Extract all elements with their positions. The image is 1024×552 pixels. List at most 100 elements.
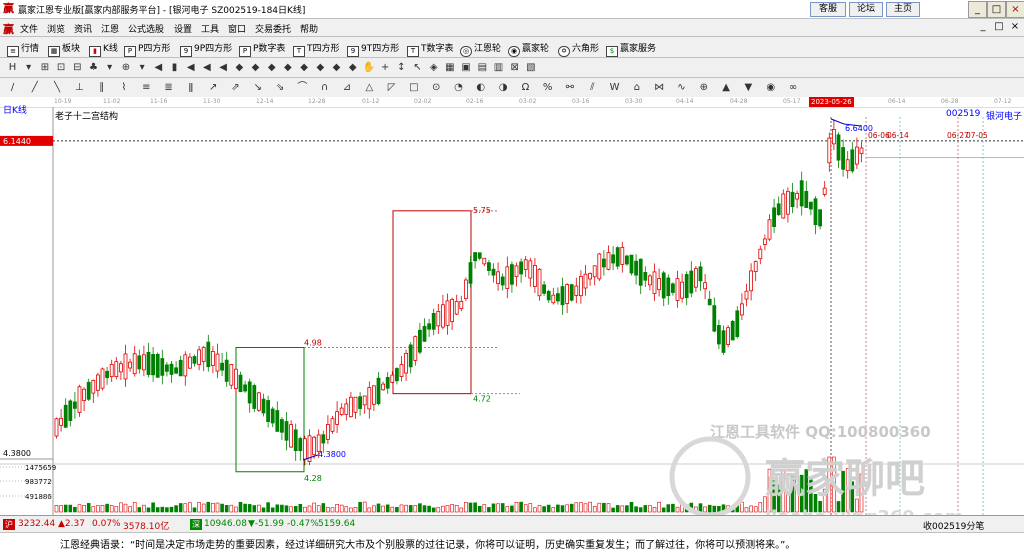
analysis-tool-29-icon[interactable]: ⋈ — [653, 81, 666, 94]
homepage-button[interactable]: 主页 — [886, 2, 920, 17]
menu-info[interactable]: 资讯 — [74, 22, 92, 35]
toolbar-winner-wheel[interactable]: ◉ 赢家轮 — [508, 41, 549, 57]
menu-trade[interactable]: 交易委托 — [255, 22, 291, 35]
toolbar-service[interactable]: $ 赢家服务 — [606, 41, 656, 57]
analysis-tool-24-icon[interactable]: % — [541, 81, 554, 94]
forum-button[interactable]: 论坛 — [849, 2, 883, 17]
drawing-tool-25-icon[interactable]: ↖ — [411, 61, 424, 74]
drawing-tool-27-icon[interactable]: ▦ — [443, 61, 456, 74]
analysis-tool-26-icon[interactable]: ⫽ — [586, 81, 599, 94]
drawing-tool-4-icon[interactable]: ⊟ — [71, 61, 84, 74]
menu-window[interactable]: 窗口 — [228, 22, 246, 35]
analysis-tool-2-icon[interactable]: ╲ — [51, 81, 64, 94]
toolbar-9p-square[interactable]: 9 9P四方形 — [180, 41, 232, 57]
analysis-tool-6-icon[interactable]: ≡ — [140, 81, 153, 94]
toolbar-sectors[interactable]: ▦ 板块 — [48, 41, 80, 57]
analysis-tool-1-icon[interactable]: ╱ — [28, 81, 41, 94]
drawing-tool-19-icon[interactable]: ◆ — [314, 61, 327, 74]
toolbar-gann-wheel[interactable]: ◎ 江恩轮 — [460, 41, 501, 57]
analysis-tool-22-icon[interactable]: ◑ — [497, 81, 510, 94]
analysis-tool-18-icon[interactable]: □ — [407, 81, 420, 94]
drawing-tool-0-icon[interactable]: H — [6, 61, 19, 74]
toolbar-p-square[interactable]: P P四方形 — [124, 41, 170, 57]
customer-service-button[interactable]: 客服 — [810, 2, 846, 17]
analysis-tool-4-icon[interactable]: ∥ — [95, 81, 108, 94]
drawing-tool-14-icon[interactable]: ◆ — [233, 61, 246, 74]
child-close-button[interactable]: × — [1008, 21, 1022, 33]
toolbar-kline[interactable]: ▮ K线 — [89, 41, 118, 57]
drawing-tool-2-icon[interactable]: ⊞ — [38, 61, 51, 74]
drawing-tool-8-icon[interactable]: ▾ — [136, 61, 149, 74]
drawing-tool-1-icon[interactable]: ▾ — [22, 61, 35, 74]
analysis-tool-34-icon[interactable]: ◉ — [764, 81, 777, 94]
drawing-tool-18-icon[interactable]: ◆ — [298, 61, 311, 74]
drawing-tool-9-icon[interactable]: ◀ — [152, 61, 165, 74]
menu-formula-select[interactable]: 公式选股 — [128, 22, 164, 35]
child-restore-button[interactable]: □ — [992, 21, 1006, 33]
analysis-tool-17-icon[interactable]: ◸ — [385, 81, 398, 94]
menu-help[interactable]: 帮助 — [300, 22, 318, 35]
analysis-tool-8-icon[interactable]: ǁ — [184, 81, 197, 94]
analysis-tool-23-icon[interactable]: Ω — [519, 81, 532, 94]
analysis-tool-5-icon[interactable]: ⌇ — [118, 81, 131, 94]
drawing-tool-23-icon[interactable]: + — [379, 61, 392, 74]
drawing-tool-5-icon[interactable]: ♣ — [87, 61, 100, 74]
analysis-tool-19-icon[interactable]: ⊙ — [430, 81, 443, 94]
analysis-tool-11-icon[interactable]: ↘ — [251, 81, 264, 94]
analysis-tool-14-icon[interactable]: ∩ — [318, 81, 331, 94]
analysis-tool-3-icon[interactable]: ⊥ — [73, 81, 86, 94]
drawing-tool-26-icon[interactable]: ◈ — [427, 61, 440, 74]
drawing-tool-22-icon[interactable]: ✋ — [362, 61, 375, 74]
drawing-tool-12-icon[interactable]: ◀ — [200, 61, 213, 74]
analysis-tool-31-icon[interactable]: ⊕ — [697, 81, 710, 94]
drawing-tool-28-icon[interactable]: ▣ — [460, 61, 473, 74]
chart-area[interactable]: 10-19 11-02 11-16 11-30 12-14 12-28 01-12 02-02… — [0, 97, 1024, 515]
drawing-tool-17-icon[interactable]: ◆ — [281, 61, 294, 74]
analysis-tool-13-icon[interactable]: ⌒ — [296, 81, 309, 94]
toolbar-p-table[interactable]: P P数字表 — [239, 41, 285, 57]
tick-data-label[interactable]: 收002519分笔 — [923, 519, 984, 532]
analysis-tool-15-icon[interactable]: ⊿ — [341, 81, 354, 94]
drawing-tool-7-icon[interactable]: ⊕ — [119, 61, 132, 74]
analysis-tool-30-icon[interactable]: ∿ — [675, 81, 688, 94]
analysis-tool-9-icon[interactable]: ↗ — [207, 81, 220, 94]
analysis-tool-28-icon[interactable]: ⌂ — [630, 81, 643, 94]
drawing-tool-30-icon[interactable]: ▥ — [492, 61, 505, 74]
toolbar-t-square[interactable]: T T四方形 — [293, 41, 340, 57]
drawing-tool-6-icon[interactable]: ▾ — [103, 61, 116, 74]
toolbar-t-table[interactable]: T T数字表 — [407, 41, 454, 57]
drawing-tool-21-icon[interactable]: ◆ — [346, 61, 359, 74]
menu-settings[interactable]: 设置 — [174, 22, 192, 35]
toolbar-9t-square[interactable]: 9 9T四方形 — [347, 41, 399, 57]
toolbar-hexagon[interactable]: ✡ 六角形 — [558, 41, 599, 57]
drawing-tool-32-icon[interactable]: ▧ — [524, 61, 537, 74]
menu-tools[interactable]: 工具 — [201, 22, 219, 35]
menu-gann[interactable]: 江恩 — [101, 22, 119, 35]
drawing-tool-11-icon[interactable]: ◀ — [184, 61, 197, 74]
drawing-tool-31-icon[interactable]: ⊠ — [508, 61, 521, 74]
analysis-tool-27-icon[interactable]: W — [608, 81, 621, 94]
analysis-tool-16-icon[interactable]: △ — [363, 81, 376, 94]
drawing-tool-10-icon[interactable]: ▮ — [168, 61, 181, 74]
analysis-tool-0-icon[interactable]: / — [6, 81, 19, 94]
drawing-tool-29-icon[interactable]: ▤ — [476, 61, 489, 74]
drawing-tool-13-icon[interactable]: ◀ — [217, 61, 230, 74]
close-button[interactable]: × — [1006, 1, 1024, 18]
toolbar-quotes[interactable]: ≡ 行情 — [7, 41, 39, 57]
drawing-tool-24-icon[interactable]: ↕ — [395, 61, 408, 74]
menu-browse[interactable]: 浏览 — [47, 22, 65, 35]
drawing-tool-3-icon[interactable]: ⊡ — [55, 61, 68, 74]
analysis-tool-33-icon[interactable]: ▼ — [742, 81, 755, 94]
drawing-tool-15-icon[interactable]: ◆ — [249, 61, 262, 74]
drawing-tool-16-icon[interactable]: ◆ — [265, 61, 278, 74]
analysis-tool-25-icon[interactable]: ⚯ — [564, 81, 577, 94]
analysis-tool-7-icon[interactable]: ≣ — [162, 81, 175, 94]
analysis-tool-12-icon[interactable]: ⇘ — [274, 81, 287, 94]
drawing-tool-20-icon[interactable]: ◆ — [330, 61, 343, 74]
analysis-tool-32-icon[interactable]: ▲ — [720, 81, 733, 94]
analysis-tool-10-icon[interactable]: ⇗ — [229, 81, 242, 94]
analysis-tool-20-icon[interactable]: ◔ — [452, 81, 465, 94]
analysis-tool-21-icon[interactable]: ◐ — [474, 81, 487, 94]
child-minimize-button[interactable]: _ — [976, 21, 990, 33]
analysis-tool-35-icon[interactable]: ∞ — [787, 81, 800, 94]
